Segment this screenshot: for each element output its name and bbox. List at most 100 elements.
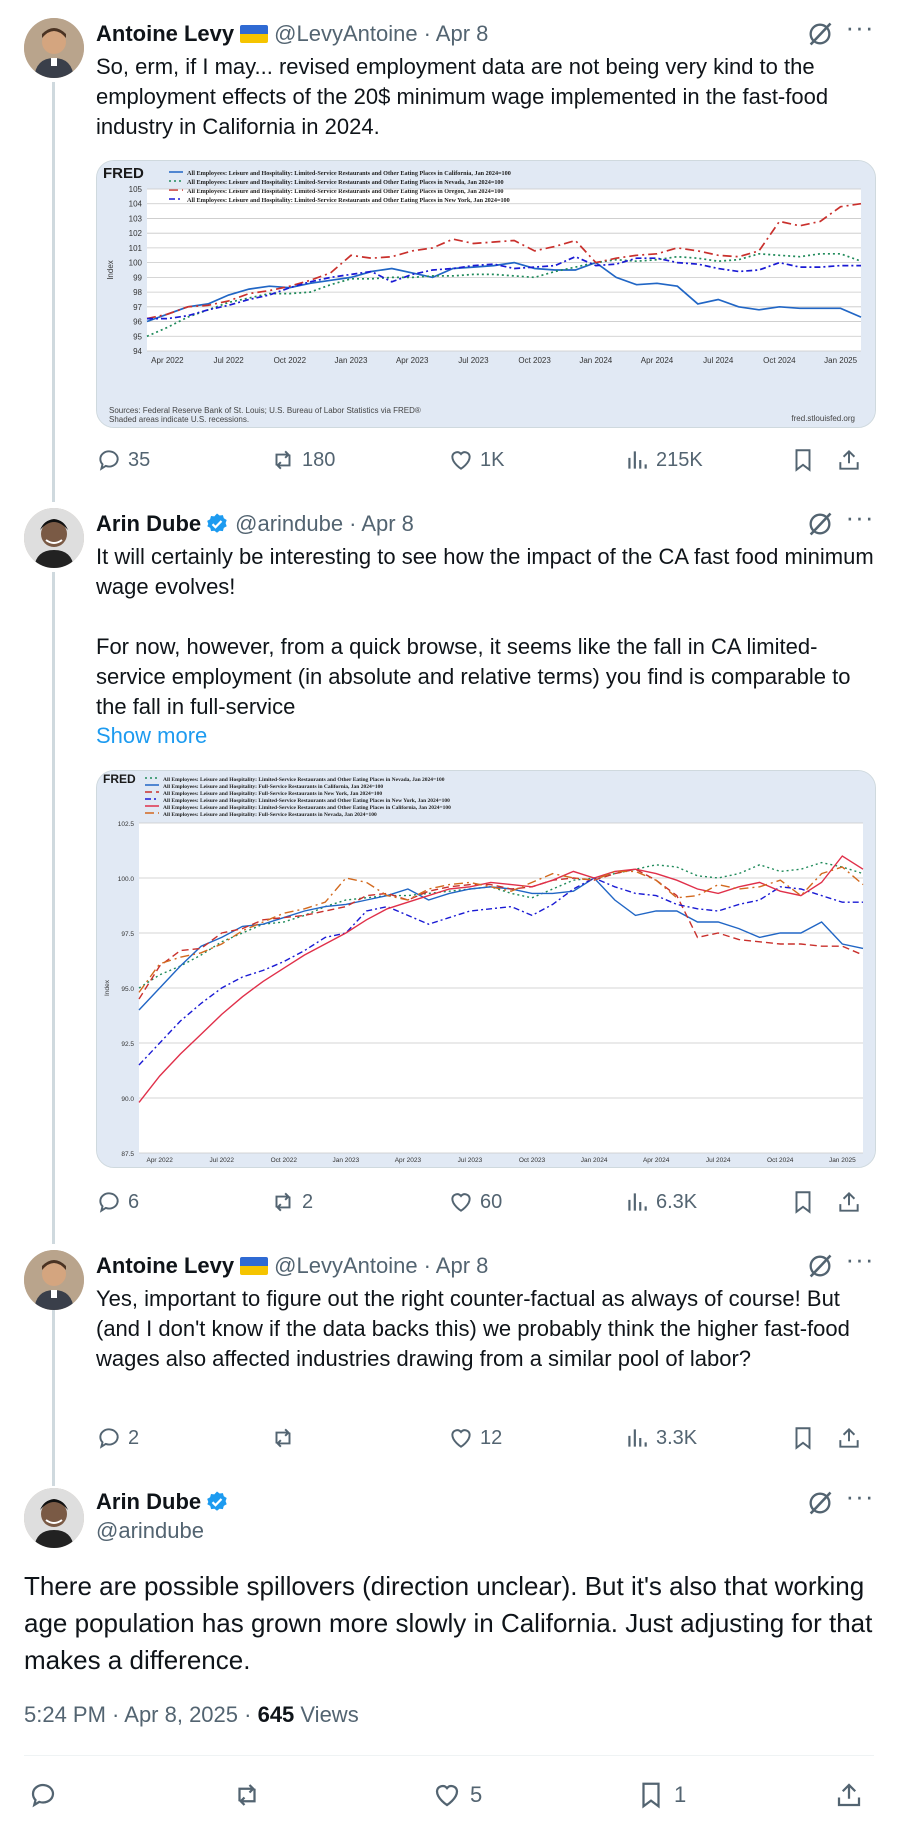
- like-icon: [451, 1193, 471, 1212]
- repost-button[interactable]: [232, 1775, 270, 1815]
- tweet-header: Antoine Levy @LevyAntoine · Apr 8: [96, 1250, 488, 1282]
- share-button[interactable]: [836, 1418, 868, 1458]
- bookmark-button[interactable]: [790, 1182, 822, 1222]
- bookmark-button[interactable]: [790, 1418, 822, 1458]
- reply-button[interactable]: [28, 1775, 66, 1815]
- fred-logo: FRED: [103, 772, 136, 786]
- y-tick-label: 97.5: [121, 931, 134, 938]
- legend-label: All Employees: Leisure and Hospitality: …: [163, 805, 451, 811]
- author-name[interactable]: Arin Dube: [96, 511, 201, 537]
- fred-logo: FRED: [103, 165, 144, 182]
- repost-button[interactable]: 2: [270, 1182, 313, 1222]
- y-tick-label: 101: [129, 244, 143, 253]
- y-tick-label: 95: [133, 332, 142, 341]
- y-tick-label: 90.0: [121, 1096, 134, 1103]
- x-tick-label: Jan 2025: [829, 1157, 856, 1164]
- tweet-date[interactable]: · Apr 8: [424, 21, 489, 47]
- reply-button[interactable]: 6: [96, 1182, 139, 1222]
- legend-label: All Employees: Leisure and Hospitality: …: [163, 791, 382, 797]
- tweet-media-chart[interactable]: FRED All Employees: Leisure and Hospitali…: [96, 770, 876, 1168]
- reply-count: 35: [128, 448, 151, 471]
- x-tick-label: Oct 2024: [767, 1157, 794, 1164]
- like-button[interactable]: 60: [448, 1182, 502, 1222]
- views-count: 3.3K: [656, 1426, 698, 1449]
- avatar[interactable]: [24, 1488, 84, 1548]
- views-icon: [628, 1429, 647, 1447]
- x-tick-label: Jul 2023: [458, 356, 489, 365]
- more-icon[interactable]: ···: [845, 1483, 875, 1517]
- show-more-link[interactable]: Show more: [96, 723, 207, 749]
- views-count: 215K: [656, 448, 703, 471]
- x-tick-label: Oct 2022: [271, 1157, 298, 1164]
- x-tick-label: Oct 2022: [274, 356, 307, 365]
- x-tick-label: Jan 2023: [332, 1157, 359, 1164]
- tweet-date[interactable]: · Apr 8: [349, 511, 414, 537]
- y-tick-label: 102.5: [118, 821, 135, 828]
- like-button[interactable]: 12: [448, 1418, 502, 1458]
- share-button[interactable]: [836, 440, 868, 480]
- y-tick-label: 96: [133, 318, 142, 327]
- x-tick-label: Jul 2023: [458, 1157, 483, 1164]
- repost-count: 180: [302, 448, 336, 471]
- views-button[interactable]: 6.3K: [624, 1182, 697, 1222]
- share-button[interactable]: [834, 1775, 872, 1815]
- grok-icon[interactable]: [806, 1252, 834, 1280]
- like-count: 5: [470, 1782, 483, 1807]
- thread-line: [52, 82, 55, 502]
- author-handle[interactable]: @LevyAntoine: [274, 21, 417, 47]
- views-icon: [628, 451, 647, 469]
- bookmark-icon: [795, 1191, 811, 1214]
- reply-icon: [99, 450, 119, 471]
- divider: [24, 1755, 874, 1756]
- share-button[interactable]: [836, 1182, 868, 1222]
- avatar[interactable]: [24, 18, 84, 78]
- avatar[interactable]: [24, 508, 84, 568]
- author-handle[interactable]: @LevyAntoine: [274, 1253, 417, 1279]
- x-tick-label: Jul 2024: [706, 1157, 731, 1164]
- repost-button[interactable]: [270, 1418, 302, 1458]
- x-tick-label: Oct 2023: [518, 356, 551, 365]
- fred-chart-1: FRED All Employees: Leisure and Hospitali…: [97, 161, 875, 427]
- legend-label: All Employees: Leisure and Hospitality: …: [163, 798, 450, 804]
- y-tick-label: 98: [133, 288, 142, 297]
- grok-icon[interactable]: [806, 510, 834, 538]
- x-tick-label: Apr 2022: [146, 1157, 173, 1164]
- author-name[interactable]: Arin Dube: [96, 1489, 201, 1515]
- chart-url: fred.stlouisfed.org: [791, 414, 855, 423]
- author-handle[interactable]: @arindube: [235, 511, 343, 537]
- more-icon[interactable]: ···: [845, 1246, 875, 1280]
- author-handle[interactable]: @arindube: [96, 1518, 204, 1544]
- author-name[interactable]: Antoine Levy: [96, 1253, 234, 1279]
- author-name[interactable]: Antoine Levy: [96, 21, 234, 47]
- y-tick-label: 100.0: [118, 876, 135, 883]
- bookmark-button[interactable]: 1: [636, 1775, 686, 1815]
- grok-icon[interactable]: [806, 20, 834, 48]
- like-icon: [451, 451, 471, 470]
- reply-button[interactable]: 35: [96, 440, 150, 480]
- like-button[interactable]: 1K: [448, 440, 504, 480]
- tweet-actions: 35 180 1K 215K: [96, 440, 876, 480]
- grok-icon[interactable]: [806, 1489, 834, 1517]
- like-button[interactable]: 5: [432, 1775, 482, 1815]
- bookmark-icon: [642, 1782, 660, 1809]
- repost-button[interactable]: 180: [270, 440, 335, 480]
- thread-line: [52, 572, 55, 1244]
- tweet-media-chart[interactable]: FRED All Employees: Leisure and Hospitali…: [96, 160, 876, 428]
- tweet-text: So, erm, if I may... revised employment …: [96, 54, 835, 139]
- more-icon[interactable]: ···: [845, 14, 875, 48]
- like-count: 60: [480, 1190, 503, 1213]
- x-tick-label: Oct 2024: [763, 356, 796, 365]
- avatar[interactable]: [24, 1250, 84, 1310]
- views-button[interactable]: 3.3K: [624, 1418, 697, 1458]
- share-icon: [839, 1191, 859, 1212]
- like-count: 12: [480, 1426, 503, 1449]
- bookmark-button[interactable]: [790, 440, 822, 480]
- x-tick-label: Apr 2023: [396, 356, 429, 365]
- views-button[interactable]: 215K: [624, 440, 703, 480]
- tweet-date[interactable]: · Apr 8: [424, 1253, 489, 1279]
- plot-area: [147, 189, 861, 351]
- more-icon[interactable]: ···: [845, 504, 875, 538]
- tweet-header: Antoine Levy @LevyAntoine · Apr 8: [96, 18, 488, 50]
- reply-button[interactable]: 2: [96, 1418, 139, 1458]
- tweet-timestamp[interactable]: 5:24 PM · Apr 8, 2025 ·: [24, 1702, 258, 1727]
